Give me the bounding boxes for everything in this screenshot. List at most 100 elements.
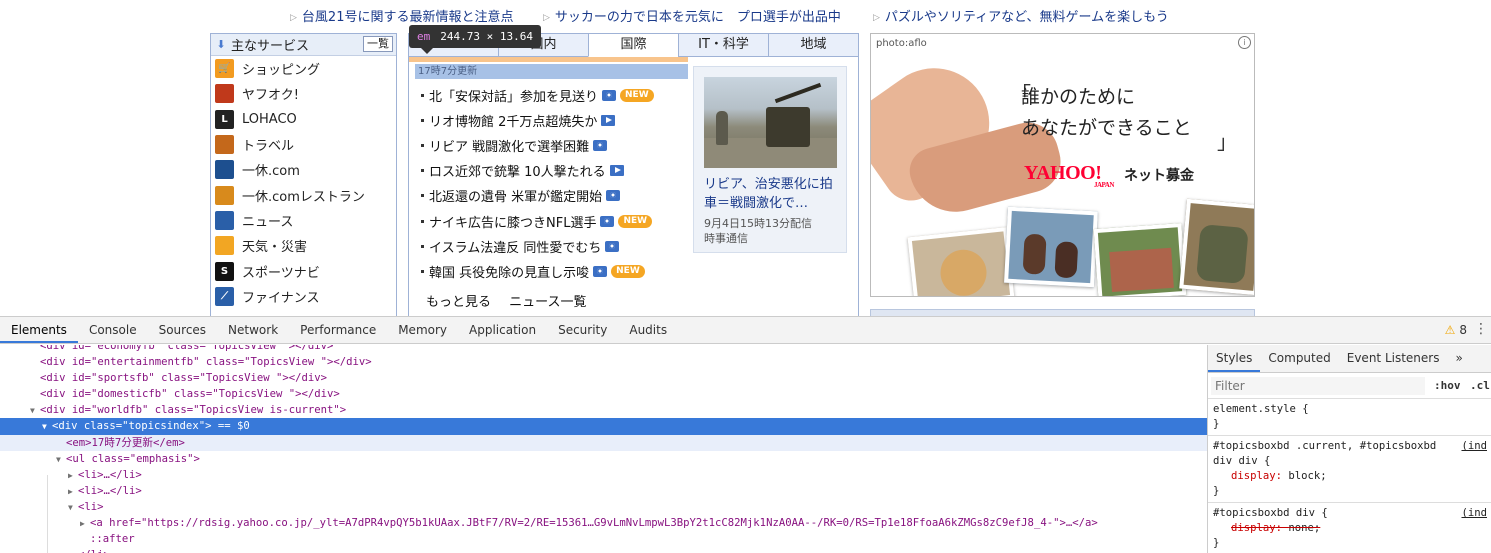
news-list-link[interactable]: ニュース一覧	[509, 295, 586, 310]
collapse-arrow-icon[interactable]: ▶	[68, 484, 78, 500]
styles-filter-bar: :hov .cl	[1208, 373, 1491, 399]
service-item[interactable]: 天気・災害	[211, 233, 396, 258]
styles-subtab[interactable]: Event Listeners	[1339, 345, 1448, 372]
arrow-down-icon: ⬇	[216, 38, 226, 51]
photo-meta: 9月4日15時13分配信 時事通信	[704, 216, 836, 246]
promo-link-soccer[interactable]: ▷ サッカーの力で日本を元気に プロ選手が出品中	[543, 6, 841, 25]
css-property[interactable]: display: block;	[1213, 469, 1486, 484]
css-rule[interactable]: #topicsboxbd div {(ind display: none;}	[1208, 503, 1491, 553]
devtools-tab[interactable]: Application	[458, 317, 547, 343]
headline-item[interactable]: 韓国 兵役免除の見直し示唆 NEW	[421, 259, 654, 284]
dom-node-line[interactable]: ▼ <div class="topicsindex"> == $0	[0, 418, 1207, 435]
service-label: 一休.comレストラン	[242, 189, 365, 205]
dom-node-line[interactable]: <em>17時7分更新</em>	[0, 434, 1207, 451]
headline-text[interactable]: 北「安保対話」参加を見送り	[429, 86, 598, 105]
headline-text[interactable]: 韓国 兵役免除の見直し示唆	[429, 262, 589, 281]
headline-text[interactable]: ナイキ広告に膝つきNFL選手	[429, 212, 596, 231]
expand-arrow-icon[interactable]: ▼	[42, 419, 52, 435]
css-source-link[interactable]: (ind	[1461, 439, 1487, 454]
service-item[interactable]: 🛒 ショッピング	[211, 56, 396, 81]
expand-arrow-icon[interactable]: ▼	[56, 452, 66, 468]
headline-item[interactable]: リオ博物館 2千万点超焼失か	[421, 108, 654, 133]
bullet-icon	[421, 269, 424, 273]
dom-node-line[interactable]: ▶ <li>…</li>	[0, 483, 1207, 499]
headline-item[interactable]: ロス近郊で銃撃 10人撃たれる	[421, 158, 654, 183]
headline-item[interactable]: 北「安保対話」参加を見送り NEW	[421, 83, 654, 108]
service-item[interactable]: ニュース	[211, 208, 396, 233]
collapse-arrow-icon[interactable]: ▶	[68, 468, 78, 484]
promo-link-games[interactable]: ▷ パズルやソリティアなど、無料ゲームを楽しもう	[873, 6, 1169, 25]
styles-pane: StylesComputedEvent Listeners» :hov .cl …	[1207, 345, 1491, 553]
devtools-tab[interactable]: Elements	[0, 317, 78, 343]
service-item[interactable]: ヤフオク!	[211, 81, 396, 106]
service-item[interactable]: 一休.comレストラン	[211, 182, 396, 207]
photo-news-card[interactable]: リビア、治安悪化に拍車＝戦闘激化で… 9月4日15時13分配信 時事通信	[693, 66, 847, 253]
headline-text[interactable]: 北返還の遺骨 米軍が鑑定開始	[429, 186, 602, 205]
dom-node-line[interactable]: ▼ <ul class="emphasis">	[0, 451, 1207, 467]
dom-node-line[interactable]: ▶ <a href="https://rdsig.yahoo.co.jp/_ylt…	[0, 515, 1207, 531]
cls-toggle[interactable]: .cl	[1470, 379, 1490, 392]
service-item[interactable]: トラベル	[211, 132, 396, 157]
info-icon[interactable]: i	[1238, 36, 1251, 49]
headline-text[interactable]: リオ博物館 2千万点超焼失か	[429, 111, 597, 130]
collapse-arrow-icon[interactable]: ▶	[80, 516, 90, 532]
headline-item[interactable]: リビア 戦闘激化で選挙困難	[421, 133, 654, 158]
charity-ad-banner[interactable]: photo:aflo i 「 誰かのために あなたができること 」 YAHOO!…	[870, 33, 1255, 297]
service-label: LOHACO	[242, 111, 297, 127]
dom-node-line[interactable]: <div id="sportsfb" class="TopicsView "><…	[0, 370, 1207, 386]
hov-toggle[interactable]: :hov	[1434, 379, 1461, 392]
dom-node-line[interactable]: ▼ <li>	[0, 499, 1207, 515]
dom-node-line[interactable]: </li>	[0, 547, 1207, 553]
dom-node-line[interactable]: ::after	[0, 531, 1207, 547]
service-item[interactable]: ⟋ ファイナンス	[211, 284, 396, 309]
css-source-link[interactable]: (ind	[1461, 506, 1487, 521]
news-tab[interactable]: 地域	[768, 34, 858, 56]
more-news-link[interactable]: もっと見る	[426, 295, 491, 310]
service-item[interactable]: S スポーツナビ	[211, 258, 396, 283]
devtools-tab[interactable]: Memory	[387, 317, 458, 343]
promo-link-typhoon[interactable]: ▷ 台風21号に関する最新情報と注意点	[290, 6, 513, 25]
headline-text[interactable]: リビア 戦闘激化で選挙困難	[429, 136, 589, 155]
news-tab[interactable]: IT・科学	[678, 34, 768, 56]
styles-filter-input[interactable]	[1211, 377, 1425, 395]
devtools-tab[interactable]: Network	[217, 317, 289, 343]
devtools-tab[interactable]: Performance	[289, 317, 387, 343]
css-rule[interactable]: element.style {}	[1208, 399, 1491, 436]
services-list-button[interactable]: 一覧	[363, 36, 393, 52]
expand-arrow-icon[interactable]: ▼	[30, 403, 40, 419]
auction-gavel-icon	[215, 84, 234, 104]
css-rule[interactable]: #topicsboxbd .current, #topicsboxbd div …	[1208, 436, 1491, 503]
dom-node-line[interactable]: ▼ <div id="worldfb" class="TopicsView is-…	[0, 402, 1207, 418]
css-prop-name: display	[1231, 470, 1276, 482]
news-icon	[215, 210, 234, 230]
dom-node-line[interactable]: <div id="domesticfb" class="TopicsView "…	[0, 386, 1207, 402]
css-property[interactable]: display: none;	[1213, 521, 1486, 536]
headline-item[interactable]: 北返還の遺骨 米軍が鑑定開始	[421, 183, 654, 208]
styles-subtab[interactable]: »	[1447, 345, 1470, 372]
headline-item[interactable]: ナイキ広告に膝つきNFL選手 NEW	[421, 208, 654, 233]
warnings-counter[interactable]: ⚠ 8	[1445, 323, 1467, 337]
headline-item[interactable]: イスラム法違反 同性愛でむち	[421, 234, 654, 259]
news-tab[interactable]: 国際	[588, 34, 678, 57]
styles-subtab[interactable]: Styles	[1208, 345, 1261, 372]
more-options-icon[interactable]: ⋮	[1474, 321, 1488, 337]
dom-node-line[interactable]: <div id="economyfb" class="TopicsView ">…	[0, 345, 1207, 354]
headline-text[interactable]: ロス近郊で銃撃 10人撃たれる	[429, 161, 606, 180]
expand-arrow-icon[interactable]: ▼	[68, 500, 78, 516]
ad-slogan-line-2: あなたができること	[1021, 117, 1192, 139]
photo-caption[interactable]: リビア、治安悪化に拍車＝戦闘激化で…	[704, 175, 836, 213]
styles-subtab[interactable]: Computed	[1260, 345, 1338, 372]
dom-node-line[interactable]: <div id="entertainmentfb" class="TopicsV…	[0, 354, 1207, 370]
devtools-tab[interactable]: Audits	[618, 317, 678, 343]
headline-text[interactable]: イスラム法違反 同性愛でむち	[429, 237, 601, 256]
bullet-icon	[421, 119, 424, 123]
bullet-icon	[421, 94, 424, 98]
devtools-tab[interactable]: Security	[547, 317, 618, 343]
devtools-tab[interactable]: Console	[78, 317, 148, 343]
news-photo[interactable]	[704, 77, 837, 168]
service-item[interactable]: L LOHACO	[211, 107, 396, 132]
devtools-tab[interactable]: Sources	[148, 317, 217, 343]
dom-node-line[interactable]: ▶ <li>…</li>	[0, 467, 1207, 483]
service-item[interactable]: 一休.com	[211, 157, 396, 182]
photo-gun	[774, 82, 822, 104]
